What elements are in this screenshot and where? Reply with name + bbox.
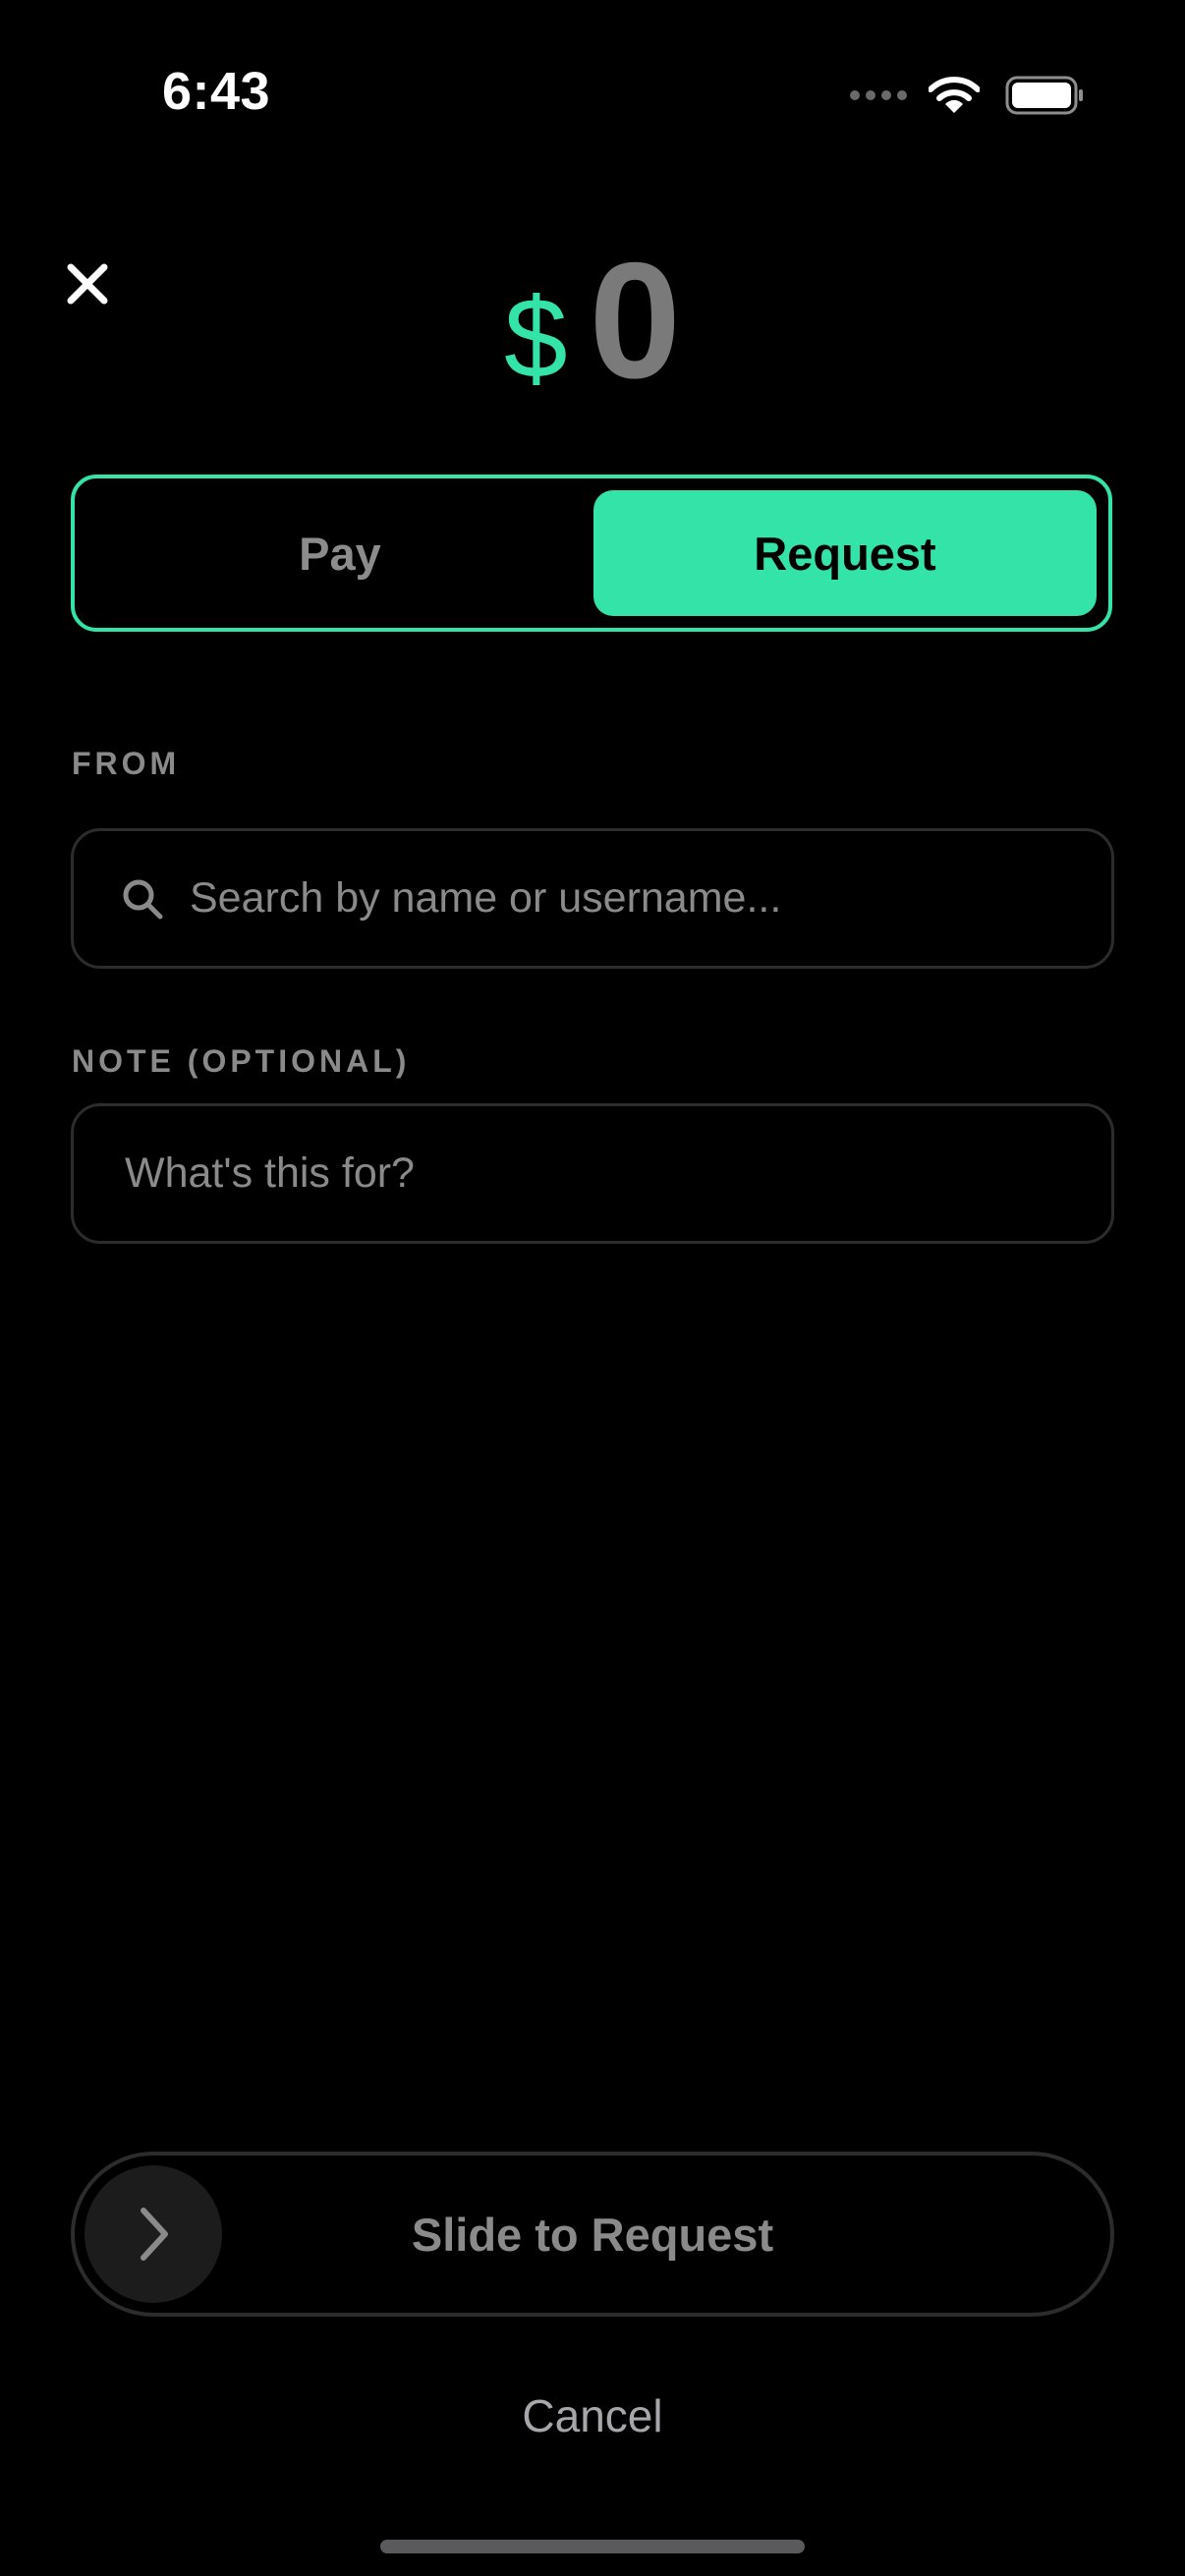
note-field[interactable]: [71, 1103, 1114, 1244]
cancel-button[interactable]: Cancel: [0, 2389, 1185, 2442]
from-label: FROM: [72, 746, 181, 781]
battery-icon: [1005, 76, 1083, 115]
from-search-input[interactable]: [190, 874, 1111, 923]
from-search-field[interactable]: [71, 828, 1114, 969]
search-icon: [123, 879, 163, 919]
slide-to-request[interactable]: Slide to Request: [71, 2152, 1114, 2317]
note-input[interactable]: [125, 1149, 1111, 1198]
amount-value: 0: [589, 228, 681, 413]
status-time: 6:43: [162, 62, 271, 121]
currency-symbol: $: [504, 274, 568, 402]
pay-request-toggle: Pay Request: [71, 475, 1112, 632]
request-option[interactable]: Request: [593, 490, 1097, 616]
amount-display: $0: [0, 226, 1185, 416]
slider-knob[interactable]: [85, 2165, 222, 2303]
pay-option[interactable]: Pay: [86, 490, 593, 616]
home-indicator: [380, 2540, 805, 2553]
status-icons: [850, 71, 1084, 120]
wifi-icon: [929, 77, 980, 113]
chevron-right-icon: [141, 2208, 168, 2261]
slider-label: Slide to Request: [411, 2208, 774, 2261]
note-label: NOTE (OPTIONAL): [72, 1043, 411, 1079]
cellular-signal-icon: [850, 90, 907, 100]
